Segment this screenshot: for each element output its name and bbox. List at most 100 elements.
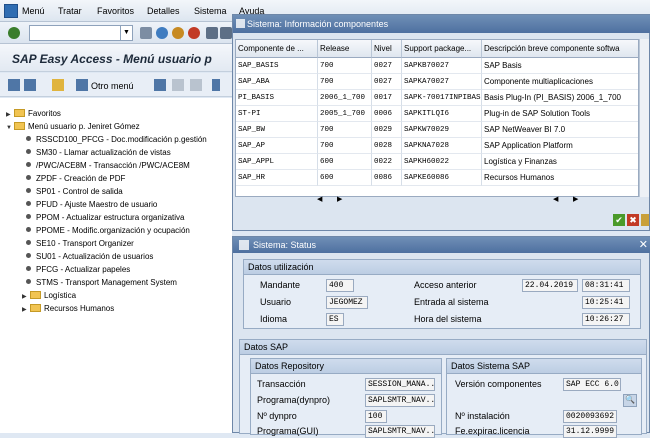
table-cell[interactable]: 0017	[372, 90, 402, 106]
table-cell[interactable]: 700	[318, 74, 372, 90]
table-cell[interactable]: SAP Basis	[482, 58, 638, 74]
scroll-right-icon[interactable]: ▶	[337, 195, 342, 203]
table-cell[interactable]: 2006_1_700	[318, 90, 372, 106]
save-icon[interactable]	[140, 27, 152, 39]
change-favorite-icon[interactable]	[190, 79, 202, 91]
print-icon[interactable]	[206, 27, 218, 39]
table-cell[interactable]: SAP NetWeaver BI 7.0	[482, 122, 638, 138]
menu-tratar[interactable]: Tratar	[58, 6, 82, 16]
column-header[interactable]: Support package...	[402, 40, 482, 58]
close-icon[interactable]: ✕	[639, 237, 648, 253]
menu-favoritos[interactable]: Favoritos	[97, 6, 134, 16]
other-menu-button[interactable]: Otro menú	[91, 81, 134, 91]
sap-window-icon[interactable]	[4, 4, 18, 18]
user-menu-icon[interactable]	[24, 79, 36, 91]
more-icon[interactable]	[641, 214, 649, 226]
table-cell[interactable]: Logística y Finanzas	[482, 154, 638, 170]
column-header[interactable]: Componente de ...	[236, 40, 318, 58]
tree-user-menu[interactable]: ▼ Menú usuario p. Jeniret Gómez	[6, 121, 140, 133]
menu-icon[interactable]	[8, 79, 20, 91]
favorites-folder-icon[interactable]	[52, 79, 64, 91]
collapse-icon[interactable]: ▼	[6, 122, 14, 134]
table-cell[interactable]: SAP_BASIS	[236, 58, 318, 74]
back-icon[interactable]	[156, 27, 168, 39]
delete-favorite-icon[interactable]	[172, 79, 184, 91]
tree-item[interactable]: STMS - Transport Management System	[24, 277, 177, 289]
tree-item[interactable]: SE10 - Transport Organizer	[24, 238, 134, 250]
table-cell[interactable]: SAPKNA7028	[402, 138, 482, 154]
confirm-button[interactable]: ✔	[613, 214, 625, 226]
tree-item[interactable]: SU01 - Actualización de usuarios	[24, 251, 153, 263]
column-header[interactable]: Release	[318, 40, 372, 58]
table-cell[interactable]: Basis Plug-In (PI_BASIS) 2006_1_700	[482, 90, 638, 106]
tree-item[interactable]: PPOM - Actualizar estructura organizativ…	[24, 212, 185, 224]
exit-icon[interactable]	[172, 27, 184, 39]
table-cell[interactable]: SAP_AP	[236, 138, 318, 154]
table-cell[interactable]: PI_BASIS	[236, 90, 318, 106]
command-field[interactable]: ▼	[29, 25, 133, 41]
other-menu-icon[interactable]	[76, 79, 88, 91]
enter-icon[interactable]	[8, 27, 20, 39]
table-cell[interactable]: 700	[318, 58, 372, 74]
cancel-button[interactable]: ✖	[627, 214, 639, 226]
table-cell[interactable]: SAP_APPL	[236, 154, 318, 170]
table-cell[interactable]: 700	[318, 122, 372, 138]
vertical-scrollbar[interactable]	[639, 39, 649, 197]
tree-item[interactable]: SP01 - Control de salida	[24, 186, 123, 198]
more-icon[interactable]	[212, 79, 220, 91]
menu-sistema[interactable]: Sistema	[194, 6, 227, 16]
table-cell[interactable]: SAPKH60022	[402, 154, 482, 170]
table-cell[interactable]: SAPKB70027	[402, 58, 482, 74]
find-icon[interactable]	[220, 27, 232, 39]
column-header[interactable]: Descripción breve componente softwa	[482, 40, 638, 58]
tree-item[interactable]: SM30 - Llamar actualización de vistas	[24, 147, 171, 159]
programa-gui-label: Programa(GUI)	[257, 426, 319, 436]
menu-menu[interactable]: Menú	[22, 6, 45, 16]
tree-item[interactable]: PFUD - Ajuste Maestro de usuario	[24, 199, 157, 211]
cancel-icon[interactable]	[188, 27, 200, 39]
tree-favorites[interactable]: ▶ Favoritos	[6, 108, 61, 120]
table-cell[interactable]: SAP_ABA	[236, 74, 318, 90]
scroll-right-icon[interactable]: ▶	[573, 195, 578, 203]
tree-item[interactable]: /PWC/ACE8M - Transacción /PWC/ACE8M	[24, 160, 190, 172]
table-cell[interactable]: SAP Application Platform	[482, 138, 638, 154]
table-cell[interactable]: 0086	[372, 170, 402, 186]
scroll-left-icon[interactable]: ◀	[317, 195, 322, 203]
expand-icon[interactable]: ▶	[22, 304, 30, 316]
chevron-down-icon[interactable]: ▼	[120, 26, 132, 40]
table-cell[interactable]: 700	[318, 138, 372, 154]
table-cell[interactable]: SAPKA70027	[402, 74, 482, 90]
table-cell[interactable]: 0022	[372, 154, 402, 170]
tree-item[interactable]: ZPDF - Creación de PDF	[24, 173, 125, 185]
table-cell[interactable]: ST-PI	[236, 106, 318, 122]
tree-item[interactable]: RSSCD100_PFCG - Doc.modificación p.gesti…	[24, 134, 207, 146]
table-cell[interactable]: 600	[318, 154, 372, 170]
tree-item[interactable]: PFCG - Actualizar papeles	[24, 264, 130, 276]
tree-item[interactable]: PPOME - Modific.organización y ocupación	[24, 225, 190, 237]
table-cell[interactable]: 0029	[372, 122, 402, 138]
table-cell[interactable]: 0006	[372, 106, 402, 122]
scroll-left-icon[interactable]: ◀	[553, 195, 558, 203]
add-favorite-icon[interactable]	[154, 79, 166, 91]
table-cell[interactable]: Recursos Humanos	[482, 170, 638, 186]
menu-detalles[interactable]: Detalles	[147, 6, 180, 16]
table-cell[interactable]: Componente multiaplicaciones	[482, 74, 638, 90]
table-cell[interactable]: SAP_HR	[236, 170, 318, 186]
table-cell[interactable]: SAPKW70029	[402, 122, 482, 138]
table-cell[interactable]: 0027	[372, 74, 402, 90]
table-cell[interactable]: Plug-in de SAP Solution Tools	[482, 106, 638, 122]
table-cell[interactable]: SAPKE60086	[402, 170, 482, 186]
search-icon[interactable]: 🔍	[623, 394, 637, 407]
tree-folder-rrhh[interactable]: ▶ Recursos Humanos	[22, 303, 114, 315]
expand-icon[interactable]: ▶	[6, 109, 14, 121]
table-cell[interactable]: 0028	[372, 138, 402, 154]
table-cell[interactable]: SAPKITLQI6	[402, 106, 482, 122]
table-cell[interactable]: SAP_BW	[236, 122, 318, 138]
table-cell[interactable]: 600	[318, 170, 372, 186]
table-cell[interactable]: 2005_1_700	[318, 106, 372, 122]
column-header[interactable]: Nivel	[372, 40, 402, 58]
table-cell[interactable]: 0027	[372, 58, 402, 74]
expand-icon[interactable]: ▶	[22, 291, 30, 303]
table-cell[interactable]: SAPK-70017INPIBASIS	[402, 90, 482, 106]
tree-folder-logistica[interactable]: ▶ Logística	[22, 290, 76, 302]
